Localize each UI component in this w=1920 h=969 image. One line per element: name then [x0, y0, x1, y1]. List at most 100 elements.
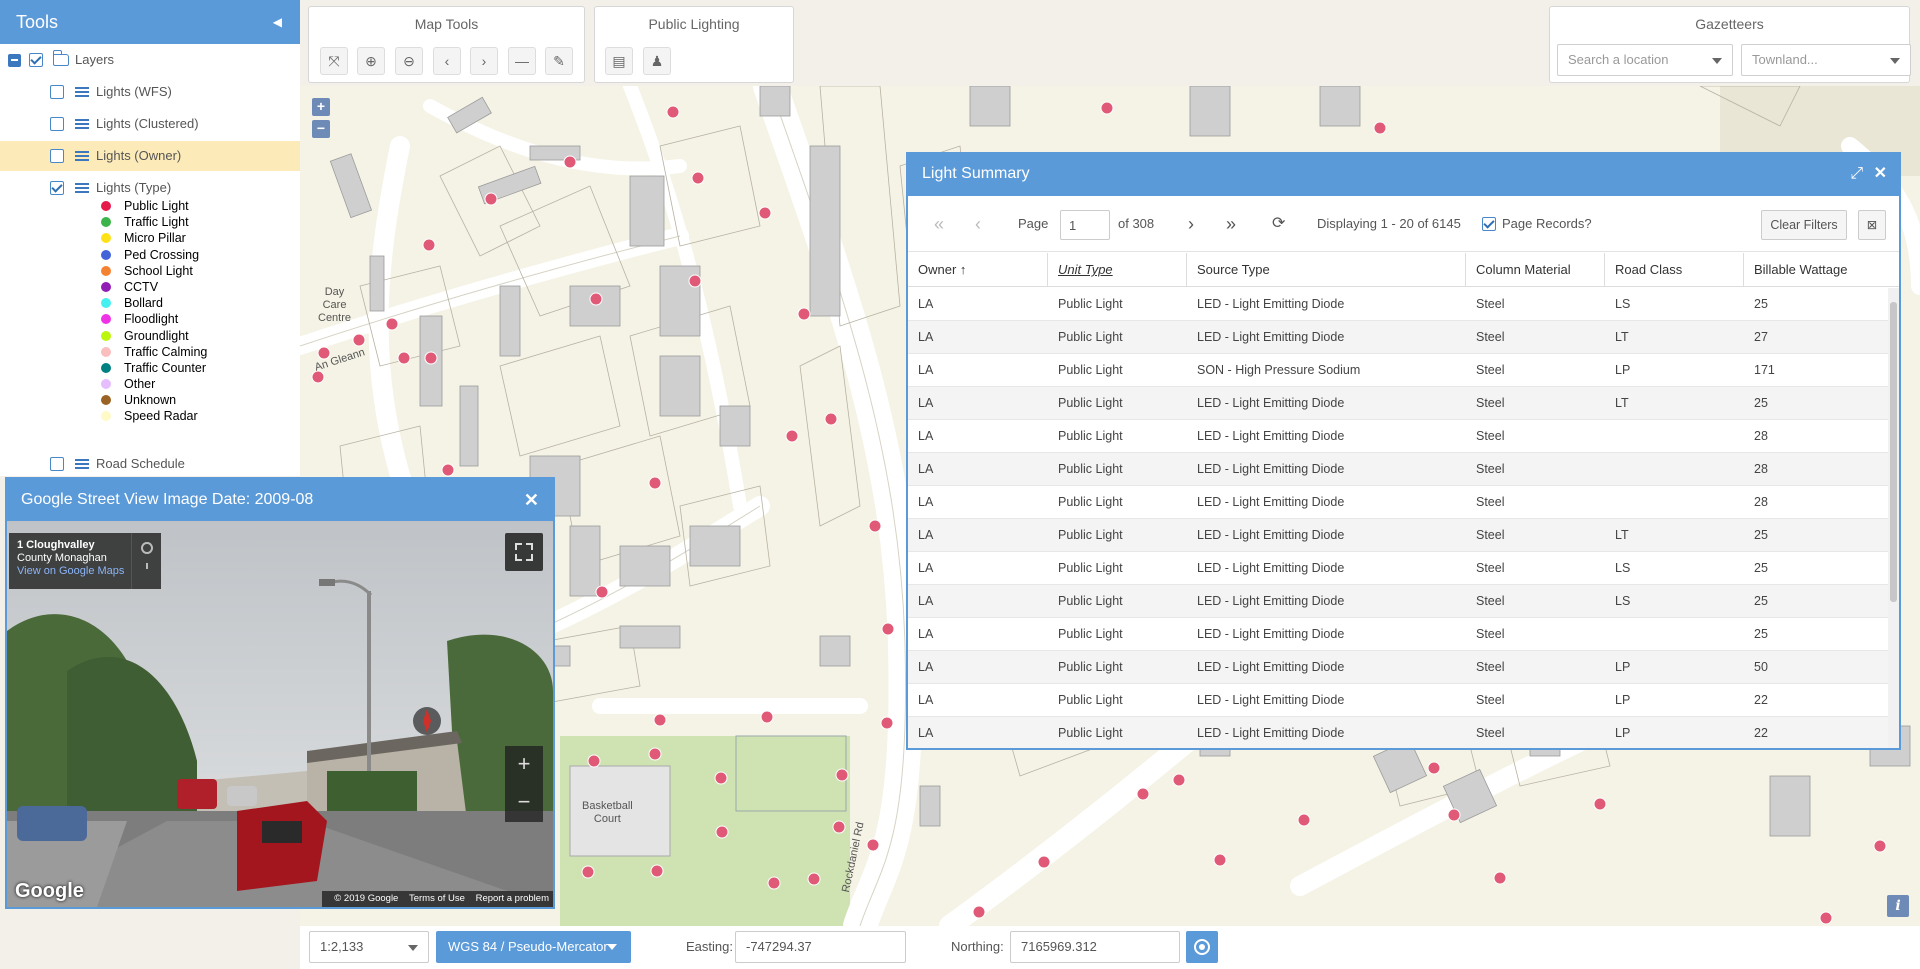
table-cell: Steel — [1476, 594, 1505, 608]
table-cell: Steel — [1476, 297, 1505, 311]
legend-item: Traffic Light — [101, 214, 207, 230]
layer-item-lights-clustered[interactable]: Lights (Clustered) — [0, 109, 300, 139]
table-cell: LED - Light Emitting Diode — [1197, 660, 1345, 674]
layer-item-lights-owner[interactable]: Lights (Owner) — [0, 141, 300, 171]
map-zoom-out-button[interactable]: − — [312, 120, 330, 138]
projection-select[interactable]: WGS 84 / Pseudo-Mercator — [436, 931, 631, 963]
sort-up-arrow-icon: ↑ — [959, 262, 967, 277]
table-cell: LED - Light Emitting Diode — [1197, 528, 1345, 542]
report-problem-link[interactable]: Report a problem — [476, 893, 549, 904]
street-view-panorama[interactable]: 1 Cloughvalley County Monaghan View on G… — [7, 521, 553, 907]
close-icon[interactable]: ✕ — [1874, 165, 1887, 182]
gazetteers-group: Gazetteers Search a location Townland... — [1549, 6, 1911, 83]
table-cell: Public Light — [1058, 726, 1123, 740]
layer-item-road-schedule[interactable]: Road Schedule — [0, 449, 300, 479]
street-view-zoom-out-button[interactable]: − — [505, 784, 543, 822]
fullscreen-button[interactable] — [505, 533, 543, 571]
zoom-out-button[interactable]: ⊖ — [395, 47, 423, 75]
legend-color-dot — [101, 265, 111, 276]
measure-button[interactable]: — — [508, 47, 536, 75]
layers-checkbox[interactable] — [29, 53, 43, 67]
light-summary-header[interactable]: Light Summary ⤢ ✕ — [908, 154, 1899, 196]
next-page-icon[interactable]: › — [1188, 196, 1194, 252]
export-excel-button[interactable]: ⊠ — [1858, 210, 1886, 240]
first-page-icon[interactable]: « — [934, 196, 944, 252]
column-header-billable-wattage[interactable]: Billable Wattage — [1744, 253, 1899, 287]
table-row[interactable]: LA Public Light LED - Light Emitting Diode… — [908, 453, 1888, 486]
light-summary-button[interactable]: ▤ — [605, 47, 633, 75]
street-view-header[interactable]: Google Street View Image Date: 2009-08 ✕ — [7, 479, 553, 521]
table-row[interactable]: LA Public Light LED - Light Emitting Diode… — [908, 585, 1888, 618]
layer-checkbox[interactable] — [50, 117, 64, 131]
map-info-button[interactable]: i — [1887, 895, 1909, 917]
collapse-panel-icon[interactable]: ◀ — [273, 0, 282, 44]
layers-group[interactable]: Layers — [0, 45, 300, 75]
table-row[interactable]: LA Public Light LED - Light Emitting Diode… — [908, 618, 1888, 651]
refresh-icon[interactable]: ⟳ — [1272, 196, 1285, 252]
table-row[interactable]: LA Public Light LED - Light Emitting Diode… — [908, 387, 1888, 420]
chevron-down-icon — [1712, 58, 1722, 64]
previous-page-icon[interactable]: ‹ — [975, 196, 981, 252]
easting-input[interactable]: -747294.37 — [735, 931, 906, 963]
last-page-icon[interactable]: » — [1226, 196, 1236, 252]
clear-filters-button[interactable]: Clear Filters — [1761, 210, 1847, 240]
street-view-zoom-in-button[interactable]: + — [505, 746, 543, 784]
edit-button[interactable]: ✎ — [545, 47, 573, 75]
maximize-icon[interactable]: ⤢ — [1850, 165, 1863, 182]
previous-extent-button[interactable]: ‹ — [433, 47, 461, 75]
easting-label: Easting: — [686, 939, 733, 954]
column-header-road-class[interactable]: Road Class — [1605, 253, 1744, 287]
legend-label: Traffic Counter — [124, 360, 206, 375]
townland-select[interactable]: Townland... — [1741, 44, 1911, 76]
street-view-button[interactable]: ♟ — [643, 47, 671, 75]
table-row[interactable]: LA Public Light LED - Light Emitting Diode… — [908, 486, 1888, 519]
page-number-input[interactable] — [1060, 210, 1110, 240]
table-row[interactable]: LA Public Light LED - Light Emitting Diode… — [908, 651, 1888, 684]
map-zoom-in-button[interactable]: + — [312, 98, 330, 116]
scrollbar-thumb[interactable] — [1890, 302, 1897, 602]
go-to-coordinate-button[interactable] — [1186, 931, 1218, 963]
table-row[interactable]: LA Public Light LED - Light Emitting Diode… — [908, 420, 1888, 453]
layer-checkbox[interactable] — [50, 181, 64, 195]
table-row[interactable]: LA Public Light LED - Light Emitting Diode… — [908, 321, 1888, 354]
close-icon[interactable]: ✕ — [524, 479, 539, 521]
northing-input[interactable]: 7165969.312 — [1010, 931, 1180, 963]
legend-color-dot — [101, 201, 111, 211]
table-cell: Steel — [1476, 396, 1505, 410]
terms-of-use-link[interactable]: Terms of Use — [409, 893, 465, 904]
fullscreen-icon — [515, 543, 533, 561]
table-cell: LA — [918, 363, 934, 377]
collapse-tree-icon[interactable] — [8, 54, 21, 67]
table-row[interactable]: LA Public Light LED - Light Emitting Diode… — [908, 288, 1888, 321]
light-summary-window: Light Summary ⤢ ✕ « ‹ Page of 308 › » ⟳ … — [906, 152, 1901, 750]
grid-scrollbar[interactable] — [1888, 288, 1899, 748]
table-cell: Public Light — [1058, 429, 1123, 443]
layer-item-lights-wfs[interactable]: Lights (WFS) — [0, 77, 300, 107]
light-summary-title: Light Summary — [922, 165, 1030, 182]
table-row[interactable]: LA Public Light LED - Light Emitting Diode… — [908, 519, 1888, 552]
column-header-source-type[interactable]: Source Type — [1187, 253, 1466, 287]
table-row[interactable]: LA Public Light LED - Light Emitting Diode… — [908, 717, 1888, 748]
map-pin-icon[interactable] — [131, 533, 161, 589]
table-row[interactable]: LA Public Light SON - High Pressure Sodium… — [908, 354, 1888, 387]
zoom-extent-button[interactable]: ⤧ — [320, 47, 348, 75]
legend-item: Unknown — [101, 392, 207, 408]
column-header-owner[interactable]: Owner ↑ — [908, 253, 1048, 287]
legend-label: Groundlight — [124, 328, 189, 343]
layer-checkbox[interactable] — [50, 85, 64, 99]
layer-checkbox[interactable] — [50, 457, 64, 471]
table-row[interactable]: LA Public Light LED - Light Emitting Diode… — [908, 684, 1888, 717]
layer-checkbox[interactable] — [50, 149, 64, 163]
column-header-column-material[interactable]: Column Material — [1466, 253, 1605, 287]
next-extent-button[interactable]: › — [470, 47, 498, 75]
column-header-unit-type[interactable]: Unit Type — [1048, 253, 1187, 287]
scale-select[interactable]: 1:2,133 — [309, 931, 429, 963]
table-cell: Steel — [1476, 726, 1505, 740]
zoom-in-button[interactable]: ⊕ — [357, 47, 385, 75]
page-records-checkbox[interactable] — [1482, 217, 1496, 231]
legend-color-dot — [101, 281, 111, 292]
location-search-select[interactable]: Search a location — [1557, 44, 1733, 76]
legend-color-dot — [101, 379, 111, 390]
table-row[interactable]: LA Public Light LED - Light Emitting Diode… — [908, 552, 1888, 585]
expand-arrows-icon: ⤧ — [328, 53, 340, 69]
